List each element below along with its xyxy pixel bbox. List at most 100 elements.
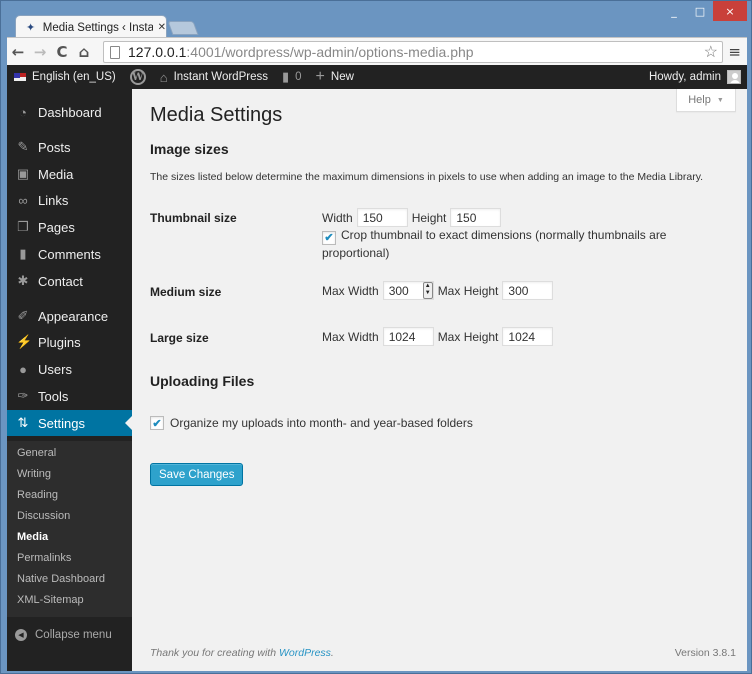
large-size-label: Large size <box>150 331 209 345</box>
thumbnail-width-input[interactable] <box>356 208 408 227</box>
sidebar-item-label: Settings <box>38 415 85 431</box>
new-tab-button[interactable] <box>167 21 199 35</box>
reload-button[interactable]: C <box>51 41 73 63</box>
comment-bubble-icon: ▮ <box>281 69 290 84</box>
submenu-item-native-dashboard[interactable]: Native Dashboard <box>17 573 105 589</box>
wordpress-link[interactable]: WordPress <box>279 647 331 659</box>
submenu-item-discussion[interactable]: Discussion <box>17 510 70 526</box>
collapse-menu-label: Collapse menu <box>35 629 112 641</box>
url-host: 127.0.0.1 <box>128 44 187 60</box>
comments-link[interactable]: ▮ 0 <box>275 65 309 89</box>
wrench-icon: ✑ <box>17 388 29 403</box>
forward-button[interactable]: → <box>29 41 51 63</box>
account-menu[interactable]: Howdy, admin <box>649 70 747 84</box>
dashboard-icon: ◔ <box>19 104 27 120</box>
new-label: New <box>330 71 354 83</box>
sidebar-item-label: Comments <box>38 246 101 262</box>
sidebar-item-label: Posts <box>38 139 71 155</box>
tab-strip: ✦ Media Settings ‹ Instant W ✕ <box>7 15 747 39</box>
browser-tab[interactable]: ✦ Media Settings ‹ Instant W ✕ <box>15 15 167 39</box>
settings-icon: ⇅ <box>17 415 29 430</box>
address-bar[interactable]: 127.0.0.1 :4001/wordpress/wp-admin/optio… <box>103 41 723 63</box>
back-button[interactable]: ← <box>7 41 29 63</box>
wp-admin-page: English (en_US) W ⌂ Instant WordPress ▮ … <box>7 65 747 671</box>
plug-icon: ⚡ <box>16 334 33 349</box>
sidebar-item-comments[interactable]: ▮ Comments <box>7 241 132 267</box>
crop-thumbnail-option: ✔ Crop thumbnail to exact dimensions (nor… <box>322 227 702 261</box>
sidebar-item-tools[interactable]: ✑ Tools <box>7 383 132 409</box>
home-button[interactable]: ⌂ <box>73 41 95 63</box>
pages-icon: ❐ <box>17 219 29 234</box>
medium-max-height-input[interactable] <box>502 281 554 300</box>
site-name-link[interactable]: ⌂ Instant WordPress <box>153 65 275 89</box>
sidebar-item-users[interactable]: ● Users <box>7 356 132 382</box>
medium-width-spinbox: ▲▼ <box>382 281 434 300</box>
wordpress-favicon-icon: ✦ <box>26 20 36 34</box>
sidebar-item-label: Dashboard <box>38 104 102 120</box>
user-icon: ● <box>19 361 27 377</box>
paintbrush-icon: ✐ <box>17 308 29 323</box>
submenu-item-media[interactable]: Media <box>17 531 48 547</box>
submenu-item-xml-sitemap[interactable]: XML-Sitemap <box>17 594 84 610</box>
comment-icon: ▮ <box>19 246 27 261</box>
sidebar-item-media[interactable]: ▣ Media <box>7 161 132 187</box>
footer-thanks-prefix: Thank you for creating with <box>150 647 279 659</box>
footer-thanks: Thank you for creating with WordPress. <box>150 647 334 659</box>
howdy-greeting: Howdy, admin <box>648 71 721 83</box>
language-switcher[interactable]: English (en_US) <box>7 65 123 89</box>
thumbnail-height-input[interactable] <box>450 208 502 227</box>
submenu-item-reading[interactable]: Reading <box>17 489 58 505</box>
collapse-menu-button[interactable]: ◀ Collapse menu <box>15 629 112 641</box>
sidebar-item-settings[interactable]: ⇅ Settings <box>7 410 132 436</box>
browser-window: ✦ Media Settings ‹ Instant W ✕ _ □ × ← →… <box>0 0 752 674</box>
thumbnail-height-label: Height <box>411 210 447 225</box>
comments-count: 0 <box>295 71 302 83</box>
wordpress-logo-icon: W <box>129 69 146 85</box>
organize-uploads-checkbox[interactable]: ✔ <box>150 416 164 430</box>
medium-size-label: Medium size <box>150 285 222 299</box>
large-max-height-label: Max Height <box>437 329 499 344</box>
sidebar-item-label: Tools <box>38 388 69 404</box>
sidebar-item-label: Contact <box>38 273 83 289</box>
admin-bar: English (en_US) W ⌂ Instant WordPress ▮ … <box>7 65 747 89</box>
admin-sidebar: General Writing Reading Discussion Media Perm… <box>7 89 132 671</box>
sidebar-item-dashboard[interactable]: ◔ Dashboard <box>7 99 132 125</box>
medium-size-fields: Max Width ▲▼ Max Height <box>322 281 554 300</box>
thumbnail-width-label: Width <box>322 210 353 225</box>
sidebar-item-posts[interactable]: ✎ Posts <box>7 134 132 160</box>
large-max-width-input[interactable] <box>382 327 434 346</box>
sidebar-item-label: Media <box>38 166 74 182</box>
thumbnail-size-fields: Width Height <box>322 208 502 227</box>
number-spinner-icon[interactable]: ▲ ▼ <box>422 282 433 299</box>
media-icon: ▣ <box>16 166 30 181</box>
browser-menu-icon[interactable]: ≡ <box>728 43 741 61</box>
maximize-button[interactable]: □ <box>687 1 713 21</box>
sidebar-item-label: Plugins <box>38 334 81 350</box>
close-window-button[interactable]: × <box>713 1 747 21</box>
new-content-menu[interactable]: + New <box>309 65 361 89</box>
collapse-arrow-icon: ◀ <box>15 629 27 641</box>
us-flag-icon <box>14 73 26 81</box>
submenu-item-permalinks[interactable]: Permalinks <box>17 552 71 568</box>
save-changes-button[interactable]: Save Changes <box>150 463 244 486</box>
sidebar-item-label: Appearance <box>38 308 109 324</box>
submenu-item-general[interactable]: General <box>17 447 56 463</box>
sidebar-item-contact[interactable]: ✱ Contact <box>7 268 132 294</box>
bookmark-star-icon[interactable]: ☆ <box>704 42 718 62</box>
sidebar-item-appearance[interactable]: ✐ Appearance <box>7 303 132 329</box>
wp-logo-menu[interactable]: W <box>123 65 153 89</box>
crop-thumbnail-checkbox[interactable]: ✔ <box>322 231 336 245</box>
submenu-item-writing[interactable]: Writing <box>17 468 51 484</box>
footer-thanks-suffix: . <box>330 647 334 659</box>
sidebar-item-label: Links <box>38 192 69 208</box>
large-size-fields: Max Width Max Height <box>322 327 554 346</box>
crop-thumbnail-label: Crop thumbnail to exact dimensions (norm… <box>322 228 667 260</box>
minimize-button[interactable]: _ <box>661 1 687 21</box>
help-tab-button[interactable]: Help ▼ <box>676 89 736 112</box>
plus-icon: + <box>315 68 325 85</box>
tab-close-icon[interactable]: ✕ <box>158 22 166 33</box>
sidebar-item-plugins[interactable]: ⚡ Plugins <box>7 329 132 355</box>
large-max-height-input[interactable] <box>502 327 554 346</box>
sidebar-item-links[interactable]: ∞ Links <box>7 187 132 213</box>
sidebar-item-pages[interactable]: ❐ Pages <box>7 214 132 240</box>
